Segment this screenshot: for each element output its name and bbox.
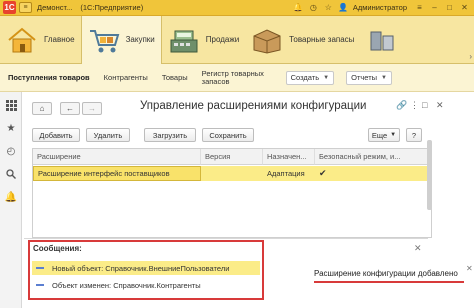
apps-grid-icon[interactable] [4,98,18,112]
delete-button[interactable]: Удалить [86,128,130,142]
minimize-icon[interactable]: – [429,2,440,13]
cell-purpose[interactable]: Адаптация [263,166,315,181]
user-name[interactable]: Администратор [353,3,407,12]
shopping-cart-icon [86,25,122,55]
cell-extension[interactable]: Расширение интерфейс поставщиков [33,166,201,181]
table-scrollbar[interactable] [427,140,432,210]
func-item-goods[interactable]: Товары [162,73,188,82]
section-inventory[interactable]: Товарные запасы [245,16,360,64]
app-logo-icon: 1С [3,1,16,14]
reports-dropdown[interactable]: Отчеты ▼ [346,70,392,85]
history-icon[interactable]: ◷ [308,2,319,13]
column-header-version[interactable]: Версия [201,149,263,165]
user-icon: 👤 [338,3,349,12]
title-bar: 1С ≡ Демонст... (1С:Предприятие) 🔔 ◷ ☆ 👤… [0,0,474,16]
settings-icon[interactable]: ≡ [414,2,425,13]
function-bar: Поступления товаров Контрагенты Товары Р… [0,64,474,92]
section-purchases-label: Закупки [125,35,155,44]
chevron-down-icon: ▼ [381,74,387,81]
stack-icon [364,25,400,55]
table-row[interactable]: Расширение интерфейс поставщиков Адаптац… [33,166,431,181]
chevron-down-icon: ▼ [323,74,330,81]
reports-dropdown-label: Отчеты [351,73,378,82]
link-icon[interactable]: 🔗 [396,100,407,111]
create-dropdown[interactable]: Создать ▼ [285,70,335,85]
messages-panel: Сообщения: Новый объект: Справочник.Внеш… [28,240,264,300]
home-nav-icon[interactable]: ⌂ [32,102,52,115]
cell-safe-mode[interactable]: ✔ [315,166,431,181]
app-title: Демонст... [37,3,73,12]
boxes-icon [249,25,285,55]
save-button[interactable]: Сохранить [202,128,254,142]
sections-panel: Главное Закупки Продажи Товарные запасы … [0,15,474,64]
chevron-down-icon: ▼ [390,132,397,138]
form-title: Управление расширениями конфигурации [140,100,367,112]
extensions-table: Расширение Версия Назначен... Безопасный… [32,148,432,238]
history-clock-icon[interactable]: ◴ [4,144,18,158]
column-header-extension[interactable]: Расширение [33,149,201,165]
section-sales[interactable]: Продажи [162,16,245,64]
list-item[interactable]: Объект изменен: Справочник.Контрагенты [32,278,260,292]
search-icon[interactable] [4,167,18,181]
cash-register-icon [166,25,202,55]
close-form-icon[interactable]: ✕ [436,100,444,111]
func-item-counterparties[interactable]: Контрагенты [104,73,148,82]
section-main-label: Главное [44,35,75,44]
messages-title: Сообщения: [33,244,82,253]
left-toolbar: ★ ◴ 🔔 [0,92,22,308]
create-dropdown-label: Создать [290,73,320,82]
notifications-icon[interactable]: 🔔 [293,2,304,13]
section-inventory-label: Товарные запасы [289,35,355,44]
section-main[interactable]: Главное [0,16,81,64]
section-purchases[interactable]: Закупки [80,15,162,64]
notification-text: Расширение конфигурации добавлено [314,268,458,278]
message-marker-icon [36,267,44,269]
func-item-inventory-register[interactable]: Регистр товарных запасов [202,69,272,86]
star-icon[interactable]: ☆ [323,2,334,13]
app-subtitle: (1С:Предприятие) [80,3,144,12]
home-icon [4,25,40,55]
forward-arrow-icon[interactable]: → [82,102,102,115]
message-marker-icon [36,284,44,286]
message-text: Новый объект: Справочник.ВнешниеПользова… [52,263,230,273]
column-header-purpose[interactable]: Назначен... [263,149,315,165]
close-messages-icon[interactable]: ✕ [414,243,422,254]
section-sales-label: Продажи [205,35,240,44]
sections-scroll-right-icon[interactable]: › [469,52,472,61]
notification-highlight [314,281,464,283]
close-notification-icon[interactable]: ✕ [466,264,473,273]
bell-icon[interactable]: 🔔 [4,190,18,204]
list-item[interactable]: Новый объект: Справочник.ВнешниеПользова… [32,261,260,275]
more-vertical-icon[interactable]: ⋮ [410,100,419,111]
back-arrow-icon[interactable]: ← [60,102,80,115]
favorites-star-icon[interactable]: ★ [4,121,18,135]
func-item-receipts[interactable]: Поступления товаров [8,73,90,82]
more-button[interactable]: Еще ▼ [368,128,400,142]
title-right-controls: 🔔 ◷ ☆ 👤 Администратор ≡ – □ ✕ [293,2,470,13]
close-icon[interactable]: ✕ [459,2,470,13]
add-button[interactable]: Добавить [32,128,80,142]
more-button-label: Еще [371,130,388,140]
load-button[interactable]: Загрузить [144,128,196,142]
column-header-safe-mode[interactable]: Безопасный режим, и... [315,149,431,165]
divider [24,238,428,239]
message-text: Объект изменен: Справочник.Контрагенты [52,280,201,290]
maximize-icon[interactable]: □ [444,2,455,13]
cell-version[interactable] [201,166,263,181]
section-extra[interactable] [360,16,406,64]
menu-icon[interactable]: ≡ [19,2,32,13]
help-button[interactable]: ? [406,128,422,142]
maximize-form-icon[interactable]: □ [422,100,427,110]
checkbox-checked-icon[interactable]: ✔ [319,168,327,179]
